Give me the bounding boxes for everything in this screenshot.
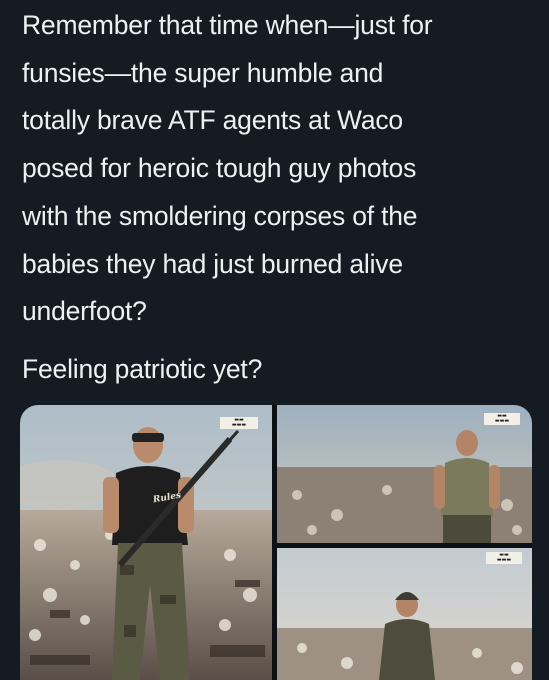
photo-label-stamp: ▬▬ ▬▬▬ <box>486 552 522 564</box>
agent-with-rifle-photo[interactable]: Rules ▬▬ ▬▬▬ <box>20 405 272 680</box>
body-line: underfoot? <box>22 296 147 327</box>
body-line: posed for heroic tough guy photos <box>22 153 417 184</box>
body-line: totally brave ATF agents at Waco <box>22 105 403 136</box>
agent-in-helmet-photo[interactable]: ▬▬ ▬▬▬ <box>277 548 532 680</box>
tweet-post: Remember that time when—just for funsies… <box>0 0 549 680</box>
body-line: funsies—the super humble and <box>22 57 384 88</box>
body-line: babies they had just burned alive <box>22 248 403 279</box>
closing-line: Feeling patriotic yet? <box>22 354 263 384</box>
post-body-text: Remember that time when—just for funsies… <box>22 2 532 336</box>
body-line: with the smoldering corpses of the <box>22 200 418 231</box>
post-closing-text: Feeling patriotic yet? <box>22 346 532 394</box>
agent-in-tshirt-photo[interactable]: ▬▬ ▬▬▬ <box>277 405 532 543</box>
photo-label-stamp: ▬▬ ▬▬▬ <box>220 417 258 429</box>
photo-label-stamp: ▬▬ ▬▬▬ <box>484 413 520 425</box>
media-grid[interactable]: Rules ▬▬ ▬▬▬ ▬▬ ▬▬▬ ▬▬ ▬▬▬ <box>20 405 532 680</box>
body-line: Remember that time when—just for <box>22 10 433 40</box>
